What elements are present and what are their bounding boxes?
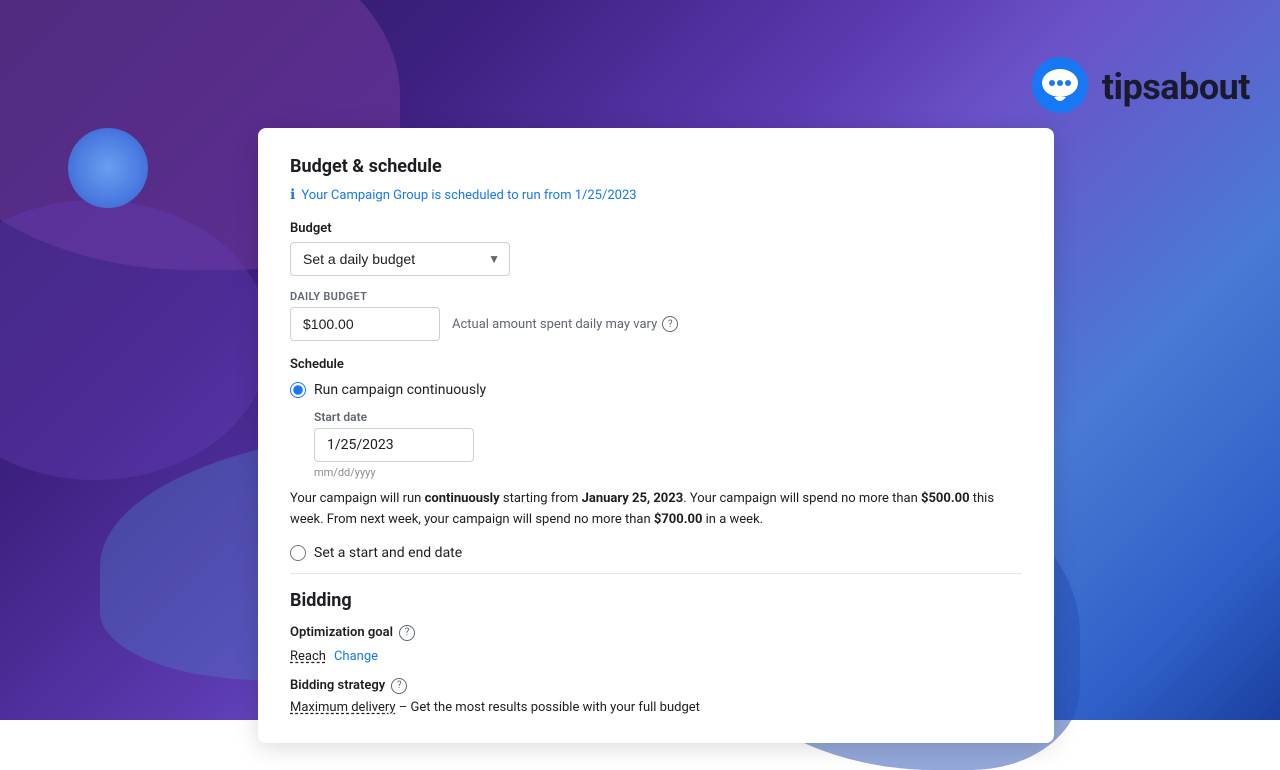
start-date-label: Start date (314, 410, 1022, 424)
budget-select[interactable]: Set a daily budget Set a lifetime budget (290, 242, 510, 276)
circle-accent (68, 128, 148, 208)
bidding-strategy-row: Bidding strategy ? (290, 678, 1022, 694)
date-format-hint: mm/dd/yyyy (314, 466, 1022, 479)
daily-budget-label: Daily Budget (290, 290, 1022, 303)
section-title: Budget & schedule (290, 156, 1022, 177)
set-start-end-radio[interactable] (290, 545, 306, 561)
start-date-bold: January 25, 2023 (582, 491, 684, 506)
continuously-bold: continuously (425, 491, 500, 506)
logo-text: tipsabout (1102, 66, 1250, 108)
schedule-label: Schedule (290, 357, 1022, 372)
start-date-input-wrapper[interactable]: 1/25/2023 (314, 428, 474, 462)
daily-budget-hint: Actual amount spent daily may vary ? (452, 316, 678, 332)
main-card: Budget & schedule ℹ Your Campaign Group … (258, 128, 1054, 743)
info-banner-text: Your Campaign Group is scheduled to run … (301, 188, 636, 203)
opt-goal-value: Reach (290, 649, 326, 664)
campaign-info-text: Your campaign will run continuously star… (290, 489, 1022, 531)
info-icon: ℹ (290, 187, 295, 203)
daily-budget-input[interactable] (290, 307, 440, 341)
opt-goal-help-icon[interactable]: ? (399, 625, 415, 641)
daily-budget-hint-text: Actual amount spent daily may vary (452, 317, 657, 332)
opt-goal-value-row: Reach Change (290, 649, 1022, 664)
schedule-section: Schedule Run campaign continuously Start… (290, 357, 1022, 561)
set-start-end-option[interactable]: Set a start and end date (290, 545, 1022, 561)
budget-label: Budget (290, 221, 1022, 236)
change-link[interactable]: Change (334, 649, 378, 664)
set-start-end-label: Set a start and end date (314, 545, 462, 561)
money-2: $700.00 (654, 512, 703, 527)
bidding-strategy-name: Maximum delivery (290, 700, 396, 715)
run-continuously-radio[interactable] (290, 382, 306, 398)
bidding-strategy-desc: Maximum delivery – Get the most results … (290, 700, 1022, 715)
start-date-value: 1/25/2023 (327, 437, 461, 453)
section-divider (290, 573, 1022, 574)
help-icon[interactable]: ? (662, 316, 678, 332)
start-date-section: Start date 1/25/2023 mm/dd/yyyy (314, 410, 1022, 479)
bidding-strategy-desc-text: – Get the most results possible with you… (399, 700, 700, 715)
bidding-strategy-label: Bidding strategy (290, 678, 385, 693)
run-continuously-option[interactable]: Run campaign continuously (290, 382, 1022, 398)
budget-select-wrapper[interactable]: Set a daily budget Set a lifetime budget… (290, 242, 510, 276)
run-continuously-label: Run campaign continuously (314, 382, 486, 398)
info-banner: ℹ Your Campaign Group is scheduled to ru… (290, 187, 1022, 203)
bidding-section: Bidding Optimization goal ? Reach Change… (290, 590, 1022, 715)
opt-goal-label: Optimization goal (290, 625, 393, 640)
daily-budget-row: Actual amount spent daily may vary ? (290, 307, 1022, 341)
logo-area: tipsabout (1028, 55, 1250, 119)
opt-goal-row: Optimization goal ? (290, 625, 1022, 641)
daily-budget-section: Daily Budget Actual amount spent daily m… (290, 290, 1022, 341)
bidding-section-title: Bidding (290, 590, 1022, 611)
bidding-strategy-help-icon[interactable]: ? (391, 678, 407, 694)
money-1: $500.00 (921, 491, 970, 506)
logo-icon (1028, 55, 1092, 119)
